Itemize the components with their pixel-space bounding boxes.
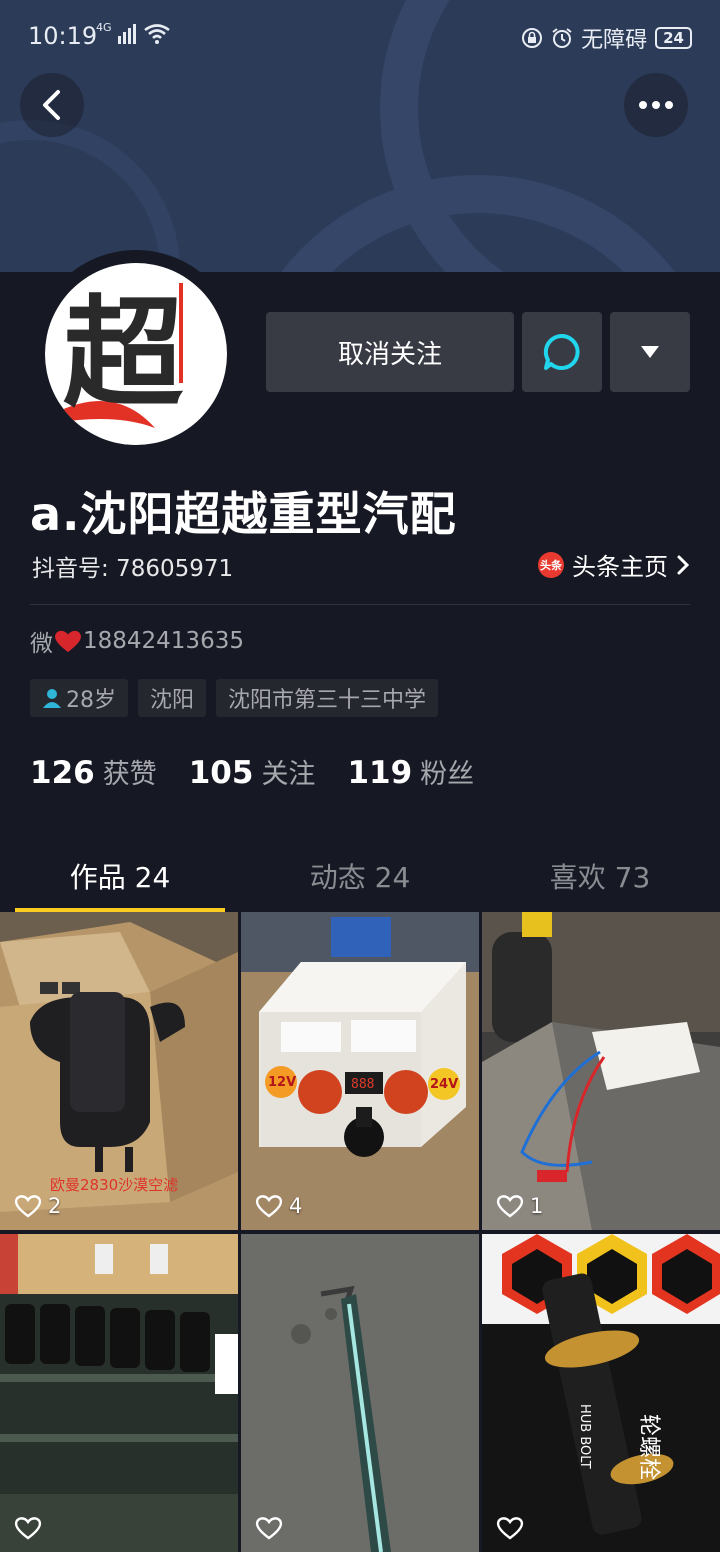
recommend-dropdown-button[interactable] xyxy=(610,312,690,392)
heart-icon xyxy=(55,630,81,652)
video-thumbnail[interactable]: 888 12V 24V 4 xyxy=(241,912,479,1230)
back-arrow-icon xyxy=(43,90,60,120)
video-thumbnail[interactable]: 1 xyxy=(482,912,720,1230)
followers-stat[interactable]: 119 粉丝 xyxy=(347,752,474,791)
following-count: 105 xyxy=(188,755,254,791)
thumbnail-image xyxy=(241,1234,479,1552)
video-likes: 2 xyxy=(14,1194,61,1218)
thumbnail-image: 888 xyxy=(241,912,479,1230)
avatar-frame[interactable]: 超 xyxy=(32,250,240,458)
network-type: 4G xyxy=(96,21,112,34)
more-options-button[interactable] xyxy=(624,73,688,137)
profile-bio: 微 18842413635 xyxy=(30,624,244,658)
svg-text:888: 888 xyxy=(351,1077,374,1092)
heart-outline-icon xyxy=(14,1195,42,1218)
toutiao-homepage-link[interactable]: 头条 头条主页 xyxy=(538,547,690,582)
more-dots-icon xyxy=(639,101,673,109)
battery-indicator: 24 xyxy=(655,27,692,49)
followers-label: 粉丝 xyxy=(420,759,475,790)
right-voltage-label: 24V xyxy=(430,1077,459,1092)
tab-moments[interactable]: 动态 24 xyxy=(240,842,480,912)
unfollow-button[interactable]: 取消关注 xyxy=(266,312,514,392)
profile-name: a.沈阳超越重型汽配 xyxy=(30,487,457,541)
alarm-icon xyxy=(552,28,572,48)
chevron-right-icon xyxy=(677,555,690,574)
status-bar: 10:19 4G 无障碍 24 xyxy=(0,0,720,72)
video-like-count: 1 xyxy=(530,1194,544,1218)
video-thumbnail[interactable] xyxy=(241,1234,479,1552)
following-label: 关注 xyxy=(261,759,316,790)
toutiao-icon: 头条 xyxy=(538,551,564,578)
video-likes: 1 xyxy=(496,1194,543,1218)
school-label: 沈阳市第三十三中学 xyxy=(228,688,427,713)
followers-count: 119 xyxy=(347,755,413,791)
profile-tags: 28岁 沈阳 沈阳市第三十三中学 xyxy=(30,679,439,717)
triangle-down-icon xyxy=(641,346,659,358)
tab-works[interactable]: 作品 24 xyxy=(0,842,240,912)
video-like-count: 2 xyxy=(48,1194,62,1218)
status-time: 10:19 xyxy=(28,22,98,50)
back-button[interactable] xyxy=(20,73,84,137)
thumbnail-image xyxy=(0,1234,238,1552)
thumbnail-image xyxy=(482,912,720,1230)
accessibility-label: 无障碍 xyxy=(581,28,648,53)
video-thumbnail[interactable]: 欧曼2830沙漠空滤 2 xyxy=(0,912,238,1230)
school-tag: 沈阳市第三十三中学 xyxy=(216,679,439,717)
likes-count: 126 xyxy=(30,755,95,791)
bio-prefix: 微 xyxy=(30,631,53,657)
profile-stats: 126 获赞 105 关注 119 粉丝 xyxy=(30,752,474,791)
divider xyxy=(30,604,690,605)
cover-decoration xyxy=(0,120,180,272)
avatar: 超 xyxy=(45,263,227,445)
video-caption: HUB BOLT xyxy=(577,1404,592,1469)
lock-rotation-icon xyxy=(522,28,543,48)
video-caption: 欧曼2830沙漠空滤 xyxy=(50,1176,179,1194)
tab-liked[interactable]: 喜欢 73 xyxy=(480,842,720,912)
unfollow-label: 取消关注 xyxy=(337,339,442,370)
likes-stat[interactable]: 126 获赞 xyxy=(30,752,157,791)
avatar-character: 超 xyxy=(63,283,183,424)
heart-outline-icon xyxy=(496,1195,524,1218)
video-grid: 欧曼2830沙漠空滤 2 888 12V 24V 4 1 轮螺栓 HUB BOL… xyxy=(0,912,720,1552)
status-right: 无障碍 24 xyxy=(521,22,692,54)
profile-cover: 10:19 4G 无障碍 24 xyxy=(0,0,720,272)
signal-icon xyxy=(117,24,136,44)
age-tag: 28岁 xyxy=(30,679,128,717)
left-voltage-label: 12V xyxy=(268,1075,297,1090)
svg-text:轮螺栓: 轮螺栓 xyxy=(636,1414,661,1480)
wifi-icon xyxy=(143,24,170,44)
following-stat[interactable]: 105 关注 xyxy=(189,752,316,791)
content-tabs: 作品 24 动态 24 喜欢 73 xyxy=(0,842,720,912)
video-thumbnail[interactable]: 轮螺栓 HUB BOLT xyxy=(482,1234,720,1552)
video-like-count: 4 xyxy=(289,1194,303,1218)
city-label: 沈阳 xyxy=(150,688,195,713)
video-likes: 4 xyxy=(255,1194,302,1218)
thumbnail-image: 轮螺栓 xyxy=(482,1234,720,1552)
heart-outline-icon xyxy=(255,1195,283,1218)
douyin-id: 抖音号: 78605971 xyxy=(32,556,234,582)
message-button[interactable] xyxy=(522,312,602,392)
city-tag: 沈阳 xyxy=(138,679,207,717)
likes-label: 获赞 xyxy=(102,759,157,790)
bio-number: 18842413635 xyxy=(83,628,244,654)
chat-bubble-icon xyxy=(543,333,580,370)
video-thumbnail[interactable] xyxy=(0,1234,238,1552)
age-label: 28岁 xyxy=(66,688,116,713)
network-indicators: 4G xyxy=(96,21,170,44)
person-icon xyxy=(43,689,61,708)
toutiao-label: 头条主页 xyxy=(572,553,668,581)
